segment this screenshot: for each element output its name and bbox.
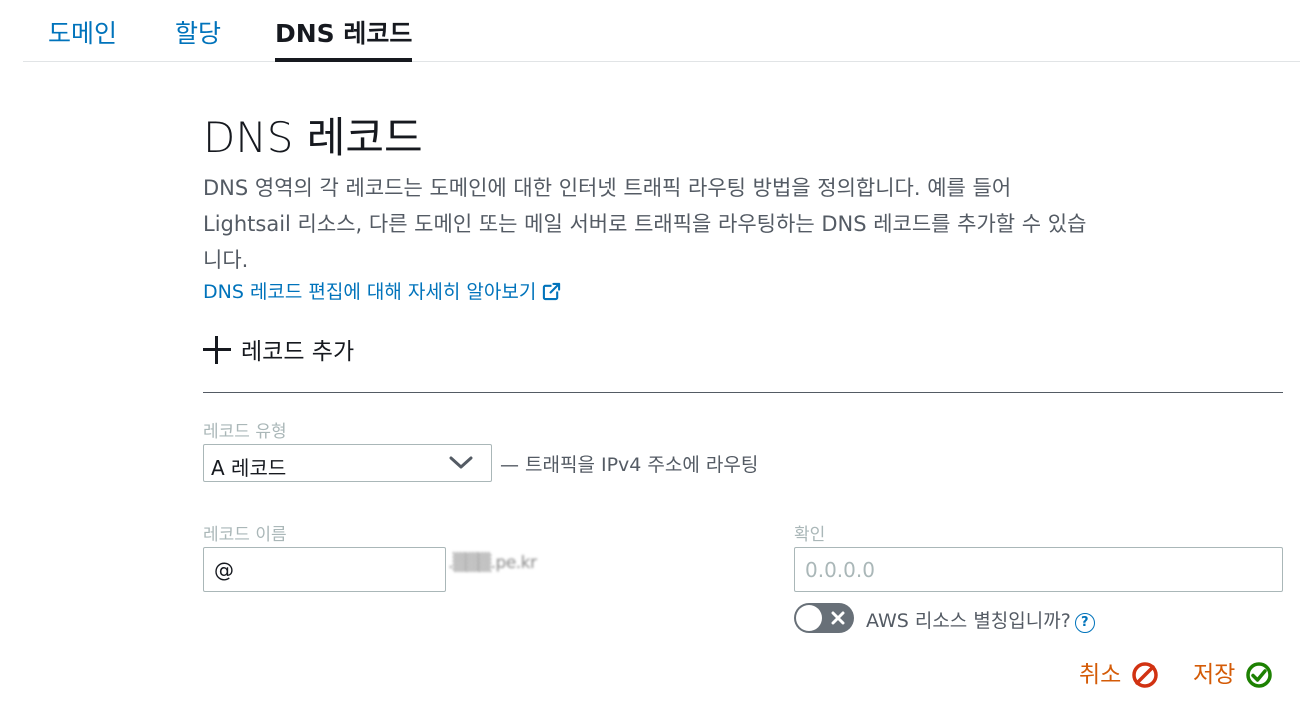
domain-suffix: .▒▒▒.pe.kr [448, 553, 537, 573]
alias-toggle[interactable] [794, 603, 854, 633]
record-type-value: A 레코드 [211, 456, 287, 480]
record-type-select[interactable]: A 레코드 [203, 444, 492, 482]
add-record-button[interactable]: 레코드 추가 [203, 332, 354, 366]
record-name-input[interactable] [203, 547, 446, 592]
page-title-suffix: 레코드 [306, 113, 423, 162]
tab-bar: 도메인 할당 DNS 레코드 [23, 0, 1300, 62]
close-icon [831, 611, 845, 625]
page-title-prefix: DNS [203, 113, 294, 162]
page-title: DNS 레코드 [203, 104, 423, 165]
alias-label-text: AWS 리소스 별칭입니까? [866, 610, 1071, 632]
tab-assignments[interactable]: 할당 [175, 14, 221, 50]
save-button[interactable]: 저장 [1193, 655, 1273, 689]
dns-records-page: 도메인 할당 DNS 레코드 DNS 레코드 DNS 영역의 각 레코드는 도메… [0, 0, 1300, 702]
page-description: DNS 영역의 각 레코드는 도메인에 대한 인터넷 트래픽 라우팅 방법을 정… [203, 176, 1087, 272]
chevron-down-icon [449, 456, 473, 469]
divider [203, 392, 1283, 393]
record-type-label: 레코드 유형 [203, 422, 287, 442]
resolves-to-label: 확인 [794, 525, 826, 545]
learn-more-link[interactable]: DNS 레코드 편집에 대해 자세히 알아보기 [203, 277, 561, 304]
cancel-icon [1132, 662, 1159, 688]
cancel-button[interactable]: 취소 [1079, 655, 1159, 689]
record-name-label: 레코드 이름 [203, 525, 287, 545]
tab-domain[interactable]: 도메인 [48, 14, 117, 50]
toggle-knob [796, 605, 822, 631]
add-record-label: 레코드 추가 [241, 339, 355, 365]
learn-more-label: DNS 레코드 편집에 대해 자세히 알아보기 [203, 281, 537, 303]
tab-dns-records[interactable]: DNS 레코드 [275, 14, 413, 62]
plus-icon [203, 336, 231, 364]
alias-label: AWS 리소스 별칭입니까?? [866, 606, 1095, 633]
cancel-label: 취소 [1079, 662, 1122, 688]
help-icon[interactable]: ? [1074, 613, 1095, 633]
resolves-to-input[interactable] [794, 547, 1283, 592]
external-link-icon [543, 282, 561, 301]
record-type-hint: — 트래픽을 IPv4 주소에 라우팅 [500, 454, 759, 476]
check-circle-icon [1246, 662, 1273, 688]
save-label: 저장 [1193, 662, 1236, 688]
